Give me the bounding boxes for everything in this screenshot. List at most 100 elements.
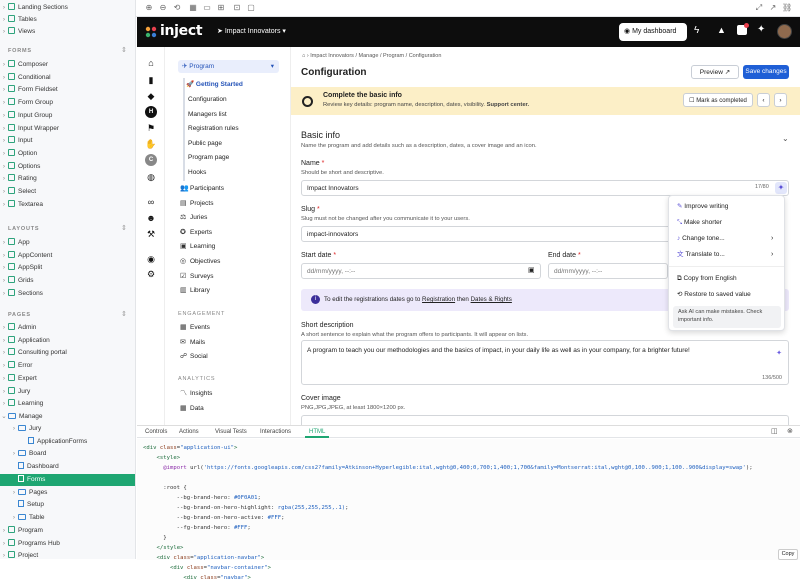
tree-item[interactable]: › Admin (0, 322, 135, 334)
dates-rights-link[interactable]: Dates & Rights (471, 296, 512, 303)
tree-item[interactable]: › Table (0, 512, 135, 524)
chevron-updown-icon[interactable]: ⇕ (121, 224, 127, 232)
menu-item-improve-writing[interactable]: ✎ Improve writing (677, 200, 728, 214)
menu-subitem[interactable]: Configuration (188, 94, 227, 106)
breadcrumb-item[interactable]: Program (383, 53, 404, 59)
sparkle-icon[interactable]: ✦ (757, 24, 765, 35)
book-icon[interactable]: ▮ (145, 74, 157, 86)
workspace-c-icon[interactable]: C (145, 154, 157, 166)
menu-item[interactable]: ▦ Events (180, 322, 210, 334)
menu-item-make-shorter[interactable]: ⤡ Make shorter (677, 216, 722, 230)
zoom-out-icon[interactable]: ⊖ (158, 3, 168, 13)
bell-icon[interactable]: ▲ (717, 25, 726, 35)
tree-item[interactable]: ApplicationForms (0, 436, 135, 448)
panel-layout-icon[interactable]: ◫ (771, 427, 778, 435)
tree-item[interactable]: › Expert (0, 373, 135, 385)
background-icon[interactable]: ▦ (188, 3, 198, 13)
menu-item-restore[interactable]: ⟲ Restore to saved value (677, 288, 751, 302)
tree-item[interactable]: › Input (0, 135, 135, 147)
tab-visual-tests[interactable]: Visual Tests (211, 426, 251, 438)
tree-item[interactable]: › Sections (0, 288, 135, 300)
tree-item[interactable]: › Views (0, 26, 135, 38)
prev-step-button[interactable]: ‹ (757, 93, 770, 107)
outline-icon[interactable]: ▢ (246, 3, 256, 13)
name-input[interactable] (301, 180, 789, 196)
menu-item[interactable]: ▥ Library (180, 285, 210, 297)
tab-actions[interactable]: Actions (175, 426, 203, 438)
tree-item[interactable]: › Program (0, 525, 135, 537)
tools-icon[interactable]: ⚒ (145, 228, 157, 240)
viewport-icon[interactable]: ▭ (202, 3, 212, 13)
tree-item[interactable]: › AppSplit (0, 262, 135, 274)
close-icon[interactable]: ⊗ (787, 427, 793, 435)
menu-item[interactable]: ▣ Learning (180, 241, 215, 253)
preview-button[interactable]: Preview ↗ (691, 65, 739, 79)
start-date-input[interactable] (301, 263, 541, 279)
menu-item[interactable]: ⚖ Juries (180, 212, 207, 224)
menu-item[interactable]: ◎ Objectives (180, 256, 220, 268)
program-switcher[interactable]: ➤ Impact Innovators ▾ (217, 27, 286, 35)
breadcrumb-item[interactable]: Impact Innovators (310, 53, 354, 59)
tree-item[interactable]: › Learning (0, 398, 135, 410)
end-date-input[interactable] (548, 263, 668, 279)
tree-section-forms[interactable]: FORMS (8, 48, 32, 54)
menu-item-getting-started[interactable]: 🚀 Getting Started (186, 79, 243, 91)
tree-item[interactable]: › Jury (0, 423, 135, 435)
workspace-h-icon[interactable]: H (145, 106, 157, 118)
description-textarea[interactable]: A program to teach you our methodologies… (301, 340, 789, 385)
tree-section-layouts[interactable]: LAYOUTS (8, 226, 39, 232)
tree-item[interactable]: › Composer (0, 59, 135, 71)
settings-icon[interactable]: ⚙ (145, 268, 157, 280)
home-icon[interactable]: ⌂ (145, 57, 157, 69)
support-center-link[interactable]: Support center. (487, 102, 530, 108)
learning-icon[interactable]: ◆ (145, 90, 157, 102)
globe-icon[interactable]: ◍ (145, 171, 157, 183)
tab-html[interactable]: HTML (305, 426, 330, 438)
my-dashboard-button[interactable]: ◉ My dashboard (619, 23, 687, 41)
tree-item[interactable]: › Jury (0, 386, 135, 398)
wave-icon[interactable]: ✋ (145, 138, 157, 150)
save-changes-button[interactable]: Save changes (743, 65, 789, 79)
tree-item[interactable]: › Options (0, 161, 135, 173)
menu-subitem[interactable]: Managers list (188, 109, 227, 121)
tree-item[interactable]: › Programs Hub (0, 538, 135, 550)
tree-item[interactable]: › Form Group (0, 97, 135, 109)
chevron-updown-icon[interactable]: ⇕ (121, 310, 127, 318)
menu-item[interactable]: ▦ Data (180, 403, 204, 415)
menu-subitem[interactable]: Registration rules (188, 123, 239, 135)
avatar[interactable] (777, 24, 792, 39)
chevron-updown-icon[interactable]: ⇕ (121, 46, 127, 54)
menu-item[interactable]: ✪ Experts (180, 227, 212, 239)
menu-item[interactable]: ☑ Surveys (180, 271, 213, 283)
slug-input[interactable] (301, 226, 671, 242)
cover-image-dropzone[interactable] (301, 415, 789, 425)
calendar-icon[interactable]: ▣ (528, 266, 535, 274)
copy-button[interactable]: Copy (778, 549, 798, 560)
messages-icon[interactable] (737, 23, 749, 35)
next-step-button[interactable]: › (774, 93, 787, 107)
menu-item[interactable]: ☍ Social (180, 351, 208, 363)
menu-item[interactable]: ✉ Mails (180, 337, 205, 349)
tree-item[interactable]: › Textarea (0, 199, 135, 211)
mark-completed-button[interactable]: ☐ Mark as completed (683, 93, 753, 107)
zoom-in-icon[interactable]: ⊕ (144, 3, 154, 13)
program-section-toggle[interactable]: ✈ Program ▾ (178, 60, 279, 73)
tree-item[interactable]: › Grids (0, 275, 135, 287)
menu-subitem[interactable]: Public page (188, 138, 222, 150)
bolt-icon[interactable]: ϟ (694, 25, 699, 36)
menu-item-copy-from-english[interactable]: ⧉ Copy from English (677, 272, 737, 286)
tree-item[interactable]: › Form Fieldset (0, 84, 135, 96)
ai-sparkle-button[interactable]: ✦ (775, 182, 787, 194)
tree-item[interactable]: › Board (0, 448, 135, 460)
eye-icon[interactable]: ◉ (145, 253, 157, 265)
tree-item[interactable]: › App (0, 237, 135, 249)
tree-item[interactable]: › Error (0, 360, 135, 372)
tab-interactions[interactable]: Interactions (256, 426, 295, 438)
measure-icon[interactable]: ⊡ (232, 3, 242, 13)
smile-icon[interactable]: ☻ (145, 212, 157, 224)
fullscreen-icon[interactable]: ⤢ (754, 3, 764, 13)
tree-item[interactable]: › Option (0, 148, 135, 160)
tree-item[interactable]: Dashboard (0, 461, 135, 473)
menu-item-translate[interactable]: 文 Translate to... (677, 248, 725, 262)
registration-link[interactable]: Registration (422, 296, 455, 303)
